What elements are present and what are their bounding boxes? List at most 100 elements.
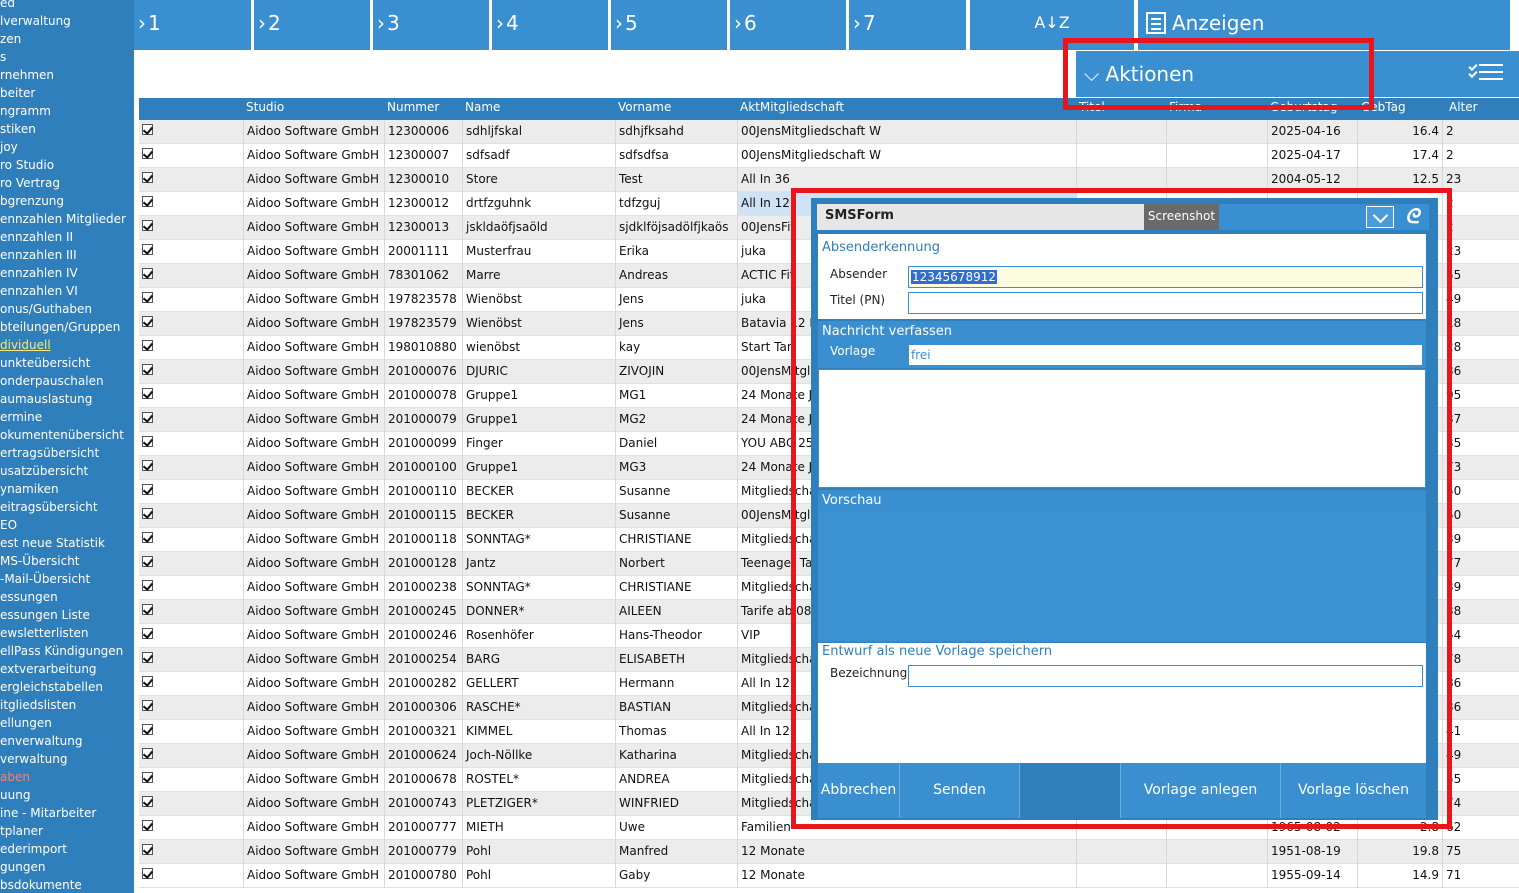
titel-input[interactable] bbox=[908, 292, 1423, 314]
tab-4[interactable]: › 4 bbox=[492, 0, 608, 50]
row-checkbox[interactable] bbox=[142, 748, 153, 759]
vorlage-select[interactable]: frei bbox=[908, 344, 1423, 366]
col-gebtag[interactable]: GebTag bbox=[1361, 98, 1406, 116]
sidebar-item[interactable]: itgliedslisten bbox=[0, 696, 76, 714]
sidebar-item[interactable]: ertragsübersicht bbox=[0, 444, 99, 462]
row-checkbox[interactable] bbox=[142, 268, 153, 279]
sidebar-item[interactable]: ngramm bbox=[0, 102, 51, 120]
chevron-down-icon[interactable] bbox=[1366, 206, 1394, 228]
sidebar-item[interactable]: essungen Liste bbox=[0, 606, 90, 624]
row-checkbox[interactable] bbox=[142, 484, 153, 495]
sidebar-item[interactable]: uung bbox=[0, 786, 30, 804]
sidebar-item[interactable]: eitragsübersicht bbox=[0, 498, 98, 516]
create-template-button[interactable]: Vorlage anlegen bbox=[1121, 763, 1281, 818]
row-checkbox[interactable] bbox=[142, 364, 153, 375]
row-checkbox[interactable] bbox=[142, 700, 153, 711]
tab-2[interactable]: › 2 bbox=[254, 0, 370, 50]
row-checkbox[interactable] bbox=[142, 508, 153, 519]
sidebar-item[interactable]: ennzahlen IV bbox=[0, 264, 78, 282]
row-checkbox[interactable] bbox=[142, 340, 153, 351]
row-checkbox[interactable] bbox=[142, 244, 153, 255]
col-firma[interactable]: Firma bbox=[1169, 98, 1202, 116]
sidebar-item[interactable]: dividuell bbox=[0, 336, 51, 354]
tab-1[interactable]: › 1 bbox=[134, 0, 251, 50]
row-checkbox[interactable] bbox=[142, 292, 153, 303]
row-checkbox[interactable] bbox=[142, 436, 153, 447]
row-checkbox[interactable] bbox=[142, 820, 153, 831]
col-geburtstag[interactable]: Geburtstag bbox=[1270, 98, 1337, 116]
sidebar-item[interactable]: gungen bbox=[0, 858, 45, 876]
sidebar-item[interactable]: essungen bbox=[0, 588, 58, 606]
table-row[interactable]: Aidoo Software GmbH 201000779 Pohl Manfred 1… bbox=[139, 840, 1519, 864]
row-checkbox[interactable] bbox=[142, 580, 153, 591]
col-vorname[interactable]: Vorname bbox=[618, 98, 671, 116]
sidebar-item[interactable]: ynamiken bbox=[0, 480, 59, 498]
sort-button[interactable]: A↓Z bbox=[970, 0, 1134, 50]
absender-input[interactable]: 12345678912 bbox=[908, 266, 1423, 288]
row-checkbox[interactable] bbox=[142, 628, 153, 639]
sidebar-item[interactable]: ine - Mitarbeiter bbox=[0, 804, 96, 822]
sidebar-item[interactable]: enverwaltung bbox=[0, 732, 82, 750]
cancel-button[interactable]: Abbrechen bbox=[818, 763, 900, 818]
checklist-icon[interactable] bbox=[1468, 61, 1503, 84]
sidebar-item[interactable]: usatzübersicht bbox=[0, 462, 88, 480]
row-checkbox[interactable] bbox=[142, 532, 153, 543]
sidebar-item[interactable]: onderpauschalen bbox=[0, 372, 104, 390]
sidebar-item[interactable]: tplaner bbox=[0, 822, 43, 840]
sidebar-item[interactable]: ennzahlen Mitglieder bbox=[0, 210, 126, 228]
sidebar-item[interactable]: onus/Guthaben bbox=[0, 300, 92, 318]
row-checkbox[interactable] bbox=[142, 652, 153, 663]
row-checkbox[interactable] bbox=[142, 220, 153, 231]
tab-3[interactable]: › 3 bbox=[373, 0, 489, 50]
message-textarea[interactable] bbox=[818, 369, 1426, 488]
sidebar-item[interactable]: ellungen bbox=[0, 714, 52, 732]
sidebar-item[interactable]: ennzahlen III bbox=[0, 246, 77, 264]
row-checkbox[interactable] bbox=[142, 772, 153, 783]
row-checkbox[interactable] bbox=[142, 388, 153, 399]
sidebar-item[interactable]: s bbox=[0, 48, 6, 66]
sidebar-item[interactable]: -Mail-Übersicht bbox=[0, 570, 90, 588]
sidebar-item[interactable]: okumentenübersicht bbox=[0, 426, 124, 444]
col-nummer[interactable]: Nummer bbox=[387, 98, 439, 116]
table-row[interactable]: Aidoo Software GmbH 201000780 Pohl Gaby 12 M… bbox=[139, 864, 1519, 888]
tab-7[interactable]: › 7 bbox=[849, 0, 966, 50]
sidebar-item[interactable]: extverarbeitung bbox=[0, 660, 97, 678]
row-checkbox[interactable] bbox=[142, 172, 153, 183]
actions-bar[interactable]: ⌵ Aktionen bbox=[1076, 51, 1519, 97]
col-studio[interactable]: Studio bbox=[246, 98, 284, 116]
sidebar-item[interactable]: EO bbox=[0, 516, 17, 534]
row-checkbox[interactable] bbox=[142, 844, 153, 855]
sidebar-item[interactable]: zen bbox=[0, 30, 21, 48]
sidebar-item[interactable]: ederimport bbox=[0, 840, 67, 858]
tab-5[interactable]: › 5 bbox=[611, 0, 727, 50]
col-name[interactable]: Name bbox=[465, 98, 500, 116]
sidebar-item[interactable]: ergleichstabellen bbox=[0, 678, 103, 696]
row-checkbox[interactable] bbox=[142, 148, 153, 159]
sidebar-item[interactable]: ennzahlen VI bbox=[0, 282, 78, 300]
sidebar-item[interactable]: bsdokumente bbox=[0, 876, 82, 893]
row-checkbox[interactable] bbox=[142, 460, 153, 471]
send-button[interactable]: Senden bbox=[900, 763, 1020, 818]
sidebar-item[interactable]: unkteübersicht bbox=[0, 354, 90, 372]
sidebar-item[interactable]: MS-Übersicht bbox=[0, 552, 80, 570]
table-row[interactable]: Aidoo Software GmbH 12300006 sdhljfskal sdh… bbox=[139, 120, 1519, 144]
sidebar-item[interactable]: ed bbox=[0, 0, 15, 12]
row-checkbox[interactable] bbox=[142, 724, 153, 735]
sidebar-item[interactable]: aumauslastung bbox=[0, 390, 92, 408]
sidebar-item[interactable]: ewsletterlisten bbox=[0, 624, 89, 642]
col-titel[interactable]: Titel bbox=[1079, 98, 1105, 116]
sidebar-item[interactable]: bteilungen/Gruppen bbox=[0, 318, 120, 336]
sidebar-item[interactable]: stiken bbox=[0, 120, 36, 138]
sidebar-item[interactable]: est neue Statistik bbox=[0, 534, 105, 552]
table-row[interactable]: Aidoo Software GmbH 12300007 sdfsadf sdfsdf… bbox=[139, 144, 1519, 168]
sidebar-item[interactable]: ro Studio bbox=[0, 156, 54, 174]
sidebar-item[interactable]: lverwaltung bbox=[0, 12, 71, 30]
sidebar-item[interactable]: ro Vertrag bbox=[0, 174, 60, 192]
row-checkbox[interactable] bbox=[142, 796, 153, 807]
show-button[interactable]: Anzeigen bbox=[1138, 0, 1510, 50]
sidebar-item[interactable]: beiter bbox=[0, 84, 35, 102]
row-checkbox[interactable] bbox=[142, 604, 153, 615]
sidebar-item[interactable]: ellPass Kündigungen bbox=[0, 642, 123, 660]
delete-template-button[interactable]: Vorlage löschen bbox=[1281, 763, 1426, 818]
row-checkbox[interactable] bbox=[142, 412, 153, 423]
